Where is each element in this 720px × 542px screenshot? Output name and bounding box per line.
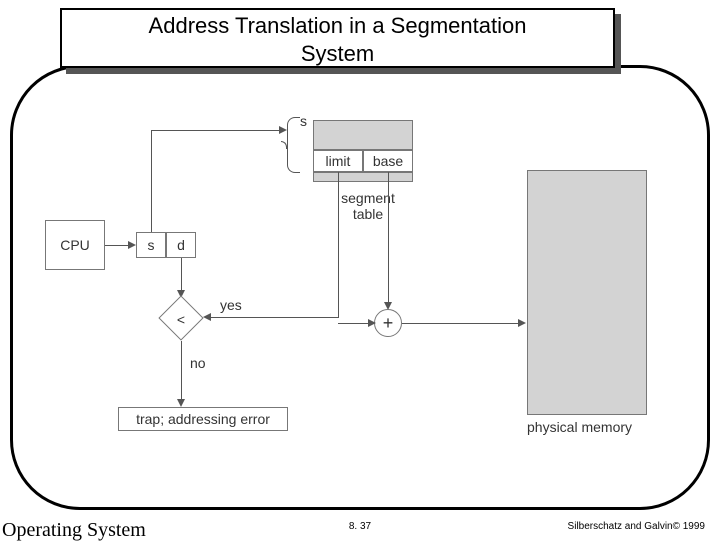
edge-s-up <box>151 130 152 232</box>
arrow-add-to-mem <box>518 319 526 327</box>
trap-box: trap; addressing error <box>118 407 288 431</box>
arrow-cpu-sd <box>128 241 136 249</box>
segtable-limit-cell: limit <box>313 150 363 172</box>
physical-memory-block <box>527 170 647 415</box>
edge-add-to-mem <box>402 323 520 324</box>
trap-label: trap; addressing error <box>136 411 270 427</box>
field-d-label: d <box>177 237 185 253</box>
title-line-1: Address Translation in a Segmentation <box>62 12 613 40</box>
edge-limit-left <box>210 317 339 318</box>
diagram-canvas: CPU s d s limit base segment table < yes <box>40 95 660 445</box>
cpu-label: CPU <box>60 237 90 253</box>
title-line-2: System <box>62 40 613 68</box>
segtable-caption: segment table <box>333 190 403 222</box>
physical-memory-label: physical memory <box>527 419 632 435</box>
arrow-no-to-trap <box>177 399 185 407</box>
adder-label: + <box>383 313 394 334</box>
comparator-label: < <box>165 303 197 335</box>
yes-label: yes <box>220 297 242 313</box>
edge-d-to-cmp <box>181 258 182 292</box>
segtable-bottom-gray <box>313 172 413 182</box>
brace-icon <box>287 117 311 173</box>
segtable-base-cell: base <box>363 150 413 172</box>
field-s-label: s <box>148 237 155 253</box>
footer-copyright: Silberschatz and Galvin© 1999 <box>568 521 705 532</box>
segtable-base-label: base <box>373 153 403 169</box>
adder-circle: + <box>374 309 402 337</box>
arrow-yes-to-add <box>368 319 376 327</box>
segtable-limit-label: limit <box>326 153 351 169</box>
no-label: no <box>190 355 206 371</box>
arrow-limit-to-cmp <box>203 313 211 321</box>
comparator-diamond: < <box>158 295 204 341</box>
arrow-s-to-brace <box>279 126 287 134</box>
edge-limit-down <box>338 172 339 317</box>
edge-cpu-sd <box>105 245 130 246</box>
field-s-box: s <box>136 232 166 258</box>
cpu-box: CPU <box>45 220 105 270</box>
edge-no-down <box>181 341 182 401</box>
brace-label: s <box>300 113 307 129</box>
edge-s-right <box>151 130 281 131</box>
segtable-top-gray <box>313 120 413 150</box>
title-box: Address Translation in a Segmentation Sy… <box>60 8 615 68</box>
edge-base-down <box>388 172 389 304</box>
field-d-box: d <box>166 232 196 258</box>
